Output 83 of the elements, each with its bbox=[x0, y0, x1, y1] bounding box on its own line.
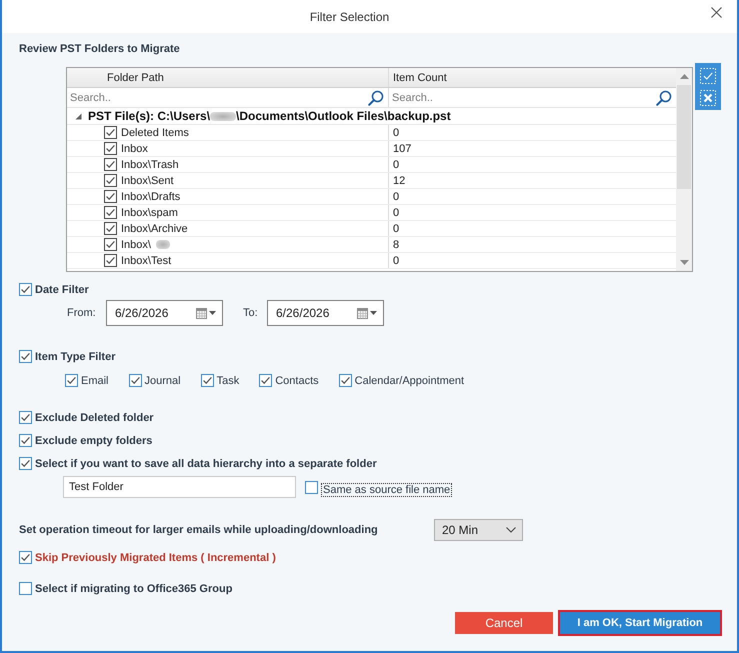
date-field[interactable]: 6/26/2026 bbox=[267, 300, 384, 326]
calendar-icon[interactable] bbox=[196, 308, 207, 318]
checkbox[interactable] bbox=[19, 350, 32, 363]
folder-name: Inbox\Archive bbox=[121, 222, 188, 234]
checkbox-label: Skip Previously Migrated Items ( Incremental ) bbox=[35, 552, 276, 564]
search-icon[interactable] bbox=[368, 90, 384, 106]
checkbox[interactable] bbox=[104, 126, 117, 139]
checkbox[interactable] bbox=[65, 374, 78, 387]
checkbox[interactable] bbox=[104, 238, 117, 251]
scroll-up-arrow-icon[interactable] bbox=[680, 74, 688, 79]
checkbox-label: Item Type Filter bbox=[35, 350, 116, 362]
checkbox[interactable] bbox=[200, 374, 214, 387]
calendar-icon[interactable] bbox=[357, 308, 368, 318]
folder-name-field[interactable]: Test Folder bbox=[63, 476, 296, 498]
checkbox[interactable] bbox=[19, 411, 32, 424]
checkbox[interactable] bbox=[104, 158, 117, 171]
timeout-dropdown[interactable]: 20 Min bbox=[434, 519, 523, 541]
folder-name: Inbox\Drafts bbox=[121, 190, 180, 202]
checkbox-label: Journal bbox=[144, 374, 181, 386]
checkbox[interactable] bbox=[19, 582, 32, 595]
checkbox[interactable] bbox=[259, 374, 272, 387]
column-header[interactable]: Folder Path bbox=[67, 68, 389, 87]
checkbox[interactable] bbox=[104, 142, 117, 155]
timeout-label: Set operation timeout for larger emails while uploading/downloading bbox=[19, 524, 379, 536]
date-field[interactable]: 6/26/2026 bbox=[106, 300, 223, 326]
checkbox[interactable] bbox=[305, 480, 318, 494]
search-icon[interactable] bbox=[656, 90, 672, 106]
folder-name: Inbox bbox=[121, 142, 148, 154]
cancel-button[interactable]: Cancel bbox=[455, 612, 553, 634]
item-count: 0 bbox=[392, 190, 400, 204]
from-label: From: bbox=[67, 307, 97, 319]
checkbox[interactable] bbox=[19, 434, 32, 447]
close-icon[interactable] bbox=[711, 7, 722, 18]
column-header[interactable]: Item Count bbox=[389, 68, 676, 87]
start-migration-button[interactable]: I am OK, Start Migration bbox=[558, 610, 722, 636]
checkbox[interactable] bbox=[128, 374, 142, 387]
item-count: 8 bbox=[392, 238, 400, 252]
checkbox-label: Exclude Deleted folder bbox=[35, 412, 154, 424]
item-count: 107 bbox=[392, 142, 412, 156]
checkbox-label: Select if you want to save all data hierarchy into a separate folder bbox=[35, 458, 377, 470]
checkbox[interactable] bbox=[338, 374, 352, 387]
checkbox-label: Task bbox=[216, 374, 240, 386]
folder-name: Inbox\Trash bbox=[121, 158, 179, 170]
item-count: 0 bbox=[392, 254, 400, 268]
window-title: Filter Selection bbox=[308, 10, 390, 24]
folder-name: Inbox\Sent bbox=[121, 174, 174, 186]
select-all-check-icon[interactable] bbox=[700, 68, 716, 84]
checkbox[interactable] bbox=[104, 254, 117, 267]
section-heading: Review PST Folders to Migrate bbox=[19, 42, 181, 57]
checkbox[interactable] bbox=[104, 190, 117, 203]
caret-icon[interactable] bbox=[370, 311, 377, 315]
folder-name: Inbox\spam bbox=[121, 206, 178, 218]
folder-name: Deleted Items bbox=[121, 126, 189, 138]
folder-name: Inbox\Test bbox=[121, 254, 172, 266]
caret-icon[interactable] bbox=[209, 311, 216, 315]
checkbox-label: Select if migrating to Office365 Group bbox=[35, 582, 232, 594]
to-label: To: bbox=[243, 307, 259, 319]
item-count: 0 bbox=[392, 222, 400, 236]
scroll-down-arrow-icon[interactable] bbox=[680, 260, 688, 265]
checkbox[interactable] bbox=[104, 222, 117, 235]
chevron-down-icon[interactable] bbox=[506, 527, 516, 533]
folder-name: Inbox\ bbox=[121, 238, 151, 250]
checkbox[interactable] bbox=[104, 206, 117, 219]
checkbox[interactable] bbox=[104, 174, 117, 187]
scrollbar[interactable] bbox=[676, 68, 692, 271]
checkbox-label: Date Filter bbox=[35, 284, 89, 296]
checkbox[interactable] bbox=[19, 283, 32, 296]
checkbox-label: Same as source file name bbox=[321, 483, 452, 497]
item-count: 12 bbox=[392, 174, 406, 188]
item-count: 0 bbox=[392, 206, 400, 220]
checkbox-label: Contacts bbox=[275, 374, 319, 386]
deselect-all-x-icon[interactable] bbox=[700, 90, 716, 106]
expand-triangle-icon[interactable] bbox=[75, 112, 82, 120]
scrollbar-thumb[interactable] bbox=[677, 85, 691, 189]
item-count: 0 bbox=[392, 158, 400, 172]
checkbox-label: Calendar/Appointment bbox=[354, 374, 464, 386]
file-path: \Documents\Outlook Files\backup.pst bbox=[236, 109, 451, 123]
item-count: 0 bbox=[392, 126, 400, 140]
checkbox-label: Exclude empty folders bbox=[35, 434, 152, 446]
checkbox[interactable] bbox=[19, 457, 32, 470]
checkbox[interactable] bbox=[19, 551, 32, 564]
checkbox-label: Email bbox=[81, 374, 109, 386]
file-path: PST File(s): C:\Users\ bbox=[88, 109, 210, 123]
